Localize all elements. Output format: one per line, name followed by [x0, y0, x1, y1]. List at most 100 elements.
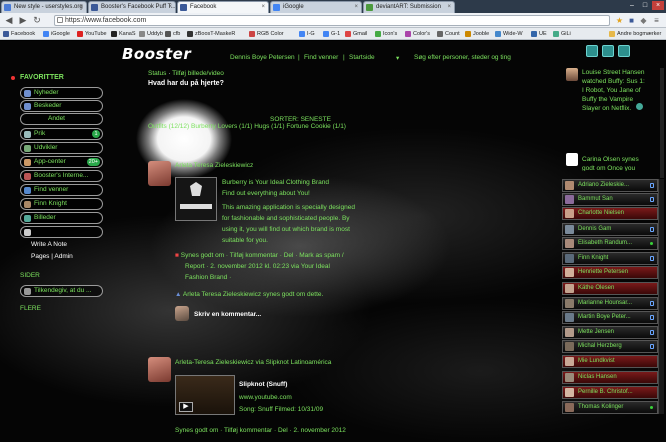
avatar[interactable]: [566, 68, 578, 81]
sidebar-item-blank[interactable]: [20, 226, 103, 238]
chat-contact[interactable]: Charlotte Nielsen: [562, 207, 658, 220]
url-input[interactable]: https://www.facebook.com: [54, 15, 610, 26]
post-actions[interactable]: ■ Synes godt om · Tilføj kommentar · Del…: [175, 252, 344, 259]
bookmark-item[interactable]: Icon's: [374, 29, 397, 39]
chat-contact[interactable]: Michal Herzberg: [562, 340, 658, 353]
bookmark-item[interactable]: zBoosT-MaskeR: [186, 29, 235, 39]
sidebar-item-app-center[interactable]: App-center 20+: [20, 156, 103, 168]
comment-input[interactable]: Skriv en kommentar...: [194, 311, 261, 318]
extension-icon[interactable]: ◆: [638, 15, 649, 26]
bookmark-item[interactable]: Facebook: [2, 29, 35, 39]
bookmark-item[interactable]: UE: [530, 29, 547, 39]
sidebar-item-developer[interactable]: Udvikler: [20, 142, 103, 154]
play-icon[interactable]: ▶: [179, 402, 193, 412]
minimize-icon[interactable]: –: [626, 1, 638, 10]
search-input[interactable]: Søg efter personer, steder og ting: [414, 54, 511, 61]
wrench-icon[interactable]: ≡: [651, 15, 662, 26]
post-actions[interactable]: Synes godt om · Tilføj kommentar · Del ·…: [175, 427, 346, 434]
nav-profile-link[interactable]: Dennis Boye Petersen: [230, 54, 295, 61]
close-icon[interactable]: ×: [447, 2, 451, 13]
sidebar-item-other[interactable]: Andet: [20, 113, 103, 125]
back-icon[interactable]: ◀: [3, 15, 15, 26]
nav-dropdown-icon[interactable]: ▾: [396, 54, 399, 62]
close-icon[interactable]: ×: [261, 2, 265, 13]
reload-icon[interactable]: ↻: [31, 15, 43, 26]
bookmark-item[interactable]: RGB Color: [248, 29, 284, 39]
friend-requests-icon[interactable]: [586, 45, 598, 57]
close-icon[interactable]: ×: [168, 2, 172, 13]
chat-contact[interactable]: Finn Knight: [562, 252, 658, 265]
tab-igoogle[interactable]: iGoogle ×: [270, 1, 362, 13]
bookmark-folder[interactable]: Andre bogmærker: [608, 29, 661, 39]
bookmark-item[interactable]: I-G: [298, 29, 315, 39]
chat-contact[interactable]: Niclas Hansen: [562, 371, 658, 384]
notifications-icon[interactable]: [618, 45, 630, 57]
forward-icon[interactable]: ▶: [17, 15, 29, 26]
chat-contact[interactable]: Adriano Zieleskie...: [562, 179, 658, 192]
sort-selector[interactable]: SORTER: SENESTE: [270, 116, 331, 123]
post-likes[interactable]: ▲ Arleta Teresa Zieleskiewicz synes godt…: [175, 291, 323, 298]
maximize-icon[interactable]: □: [639, 1, 651, 10]
more-heading[interactable]: FLERE: [20, 305, 41, 312]
tab-facebook[interactable]: Facebook ×: [177, 1, 269, 13]
bookmark-item[interactable]: Jooble: [464, 29, 489, 39]
chat-contact[interactable]: Henriette Petersen: [562, 266, 658, 279]
close-icon[interactable]: ×: [354, 2, 358, 13]
bookmark-item[interactable]: Wide-W: [494, 29, 523, 39]
sidebar-item-booster-internet[interactable]: Booster's Interne...: [20, 170, 103, 182]
chat-contact[interactable]: Pernille B. Christof...: [562, 386, 658, 399]
tab-deviantart[interactable]: deviantART: Submission ×: [363, 1, 455, 13]
bookmark-item[interactable]: G-1: [322, 29, 340, 39]
post-actions-meta[interactable]: Report · 2. november 2012 kl. 02:23 via …: [185, 263, 330, 270]
star-icon[interactable]: ★: [614, 15, 625, 26]
sidebar-page-item[interactable]: Tilkendegiv, at du ...: [20, 285, 103, 297]
avatar[interactable]: [148, 161, 171, 186]
messages-icon[interactable]: [602, 45, 614, 57]
close-window-icon[interactable]: ×: [652, 1, 664, 10]
sidebar-item-photos[interactable]: Billeder: [20, 212, 103, 224]
post-author[interactable]: Arleta Teresa Zieleskiewicz: [175, 162, 253, 169]
ticker-story[interactable]: Carina Olsen synes godt om Once you: [582, 155, 648, 171]
avatar[interactable]: [566, 153, 578, 166]
status-input[interactable]: Hvad har du på hjerte?: [148, 80, 224, 87]
bookmark-item[interactable]: Count: [436, 29, 460, 39]
logo[interactable]: Booster: [122, 45, 191, 63]
bookmark-item[interactable]: GiLi: [552, 29, 571, 39]
chat-contact[interactable]: Marianne Hounsar...: [562, 297, 658, 310]
chat-contact[interactable]: Mie Lundkvist: [562, 355, 658, 368]
sidebar-item-news[interactable]: Nyheder: [20, 87, 103, 99]
post-actions-meta[interactable]: Fashion Brand ·: [185, 274, 231, 281]
sidebar-pages-admin[interactable]: Pages | Admin: [31, 253, 73, 260]
chat-contact[interactable]: Bammut San: [562, 193, 658, 206]
chat-contact[interactable]: Thomas Kolinger: [562, 401, 658, 414]
bookmark-item[interactable]: iGoogle: [42, 29, 70, 39]
post-thumbnail[interactable]: [175, 177, 217, 221]
sidebar-item-messages[interactable]: Beskeder: [20, 100, 103, 112]
story-filters[interactable]: Outfits (12/12) Burberry Lovers (1/1) Hu…: [148, 123, 346, 130]
sidebar-item-pokes[interactable]: Prik 1: [20, 128, 103, 140]
bookmark-item[interactable]: cfb: [164, 29, 180, 39]
ticker-scrollbar[interactable]: [660, 68, 664, 178]
video-site[interactable]: www.youtube.com: [239, 394, 292, 401]
extension-icon[interactable]: ■: [626, 15, 637, 26]
bookmark-item[interactable]: Gmail: [344, 29, 367, 39]
nav-home-link[interactable]: Startside: [349, 54, 375, 61]
post-author[interactable]: Arleta-Teresa Zieleskiewicz via Slipknot…: [175, 359, 331, 366]
sidebar-item-find-friends[interactable]: Find venner: [20, 184, 103, 196]
video-thumbnail[interactable]: ▶: [175, 375, 235, 415]
chat-scrollbar[interactable]: [658, 179, 664, 414]
chat-contact[interactable]: Elisabeth Randum...: [562, 237, 658, 250]
nav-find-friends-link[interactable]: Find venner: [304, 54, 338, 61]
sidebar-item-finn-knight[interactable]: Finn Knight: [20, 198, 103, 210]
chat-contact[interactable]: Dennis Gam: [562, 223, 658, 236]
add-photo-tab[interactable]: Tilføj billede/video: [172, 70, 224, 77]
bookmark-item[interactable]: Uddyb: [138, 29, 163, 39]
chat-contact[interactable]: Martin Boye Peter...: [562, 311, 658, 324]
tab-booster-puff[interactable]: Booster's Facebook Puff T... ×: [88, 1, 176, 13]
chat-contact[interactable]: Mette Jensen: [562, 326, 658, 339]
video-title[interactable]: Slipknot (Snuff): [239, 381, 287, 388]
bookmark-item[interactable]: Color's: [404, 29, 430, 39]
bookmark-item[interactable]: YouTube: [76, 29, 107, 39]
sidebar-write-note[interactable]: Write A Note: [31, 241, 67, 248]
bookmark-item[interactable]: KanaS: [110, 29, 136, 39]
